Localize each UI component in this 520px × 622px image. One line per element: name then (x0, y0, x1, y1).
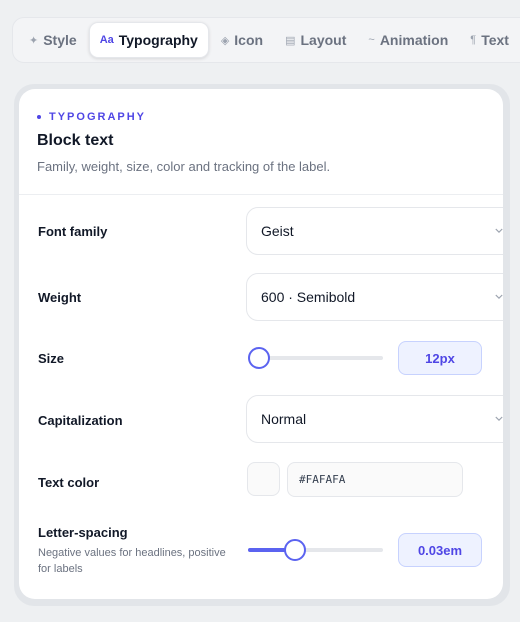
text-color-label: Text color (38, 475, 100, 490)
section-eyebrow: TYPOGRAPHY (37, 111, 485, 123)
tab-label: Style (43, 32, 77, 48)
panel-title: Block text (37, 132, 114, 149)
weight-label: Weight (38, 290, 82, 305)
weight-select[interactable]: 600 · Semibold (246, 273, 503, 321)
font-family-label: Font family (38, 224, 108, 239)
tab-label: Text (481, 32, 509, 48)
capitalization-value: Normal (261, 411, 307, 427)
eyebrow-text: TYPOGRAPHY (49, 111, 147, 123)
size-label: Size (38, 351, 65, 366)
panel-subtitle: Family, weight, size, color and tracking… (37, 159, 331, 174)
color-swatch[interactable] (247, 462, 280, 496)
slider-thumb[interactable] (284, 539, 307, 561)
bullet-dot-icon (37, 115, 41, 119)
size-slider[interactable] (248, 347, 383, 369)
letter-spacing-help: Negative values for headlines, positive … (38, 547, 226, 575)
font-family-select[interactable]: Geist (246, 207, 503, 255)
letter-spacing-slider[interactable] (248, 539, 383, 561)
chevron-down-icon (495, 416, 503, 422)
tab-typography[interactable]: Aa Typography (88, 22, 209, 58)
tab-label: Layout (300, 32, 347, 48)
weight-value: 600 · Semibold (261, 289, 356, 305)
typography-panel: TYPOGRAPHY Block text Family, weight, si… (19, 89, 503, 599)
layout-icon: ▤ (285, 34, 296, 47)
tab-label: Animation (379, 32, 449, 48)
chevron-down-icon (495, 294, 503, 300)
letter-spacing-value[interactable]: 0.03em (398, 533, 482, 567)
hex-color-input[interactable]: #FAFAFA (287, 462, 463, 497)
capitalization-select[interactable]: Normal (246, 395, 503, 443)
sparkle-icon: ✦ (29, 34, 39, 47)
shape-icon: ◈ (220, 34, 230, 47)
wave-icon: ~ (368, 34, 375, 46)
tab-style[interactable]: ✦ Style (19, 22, 87, 58)
letter-spacing-label: Letter-spacing (38, 525, 128, 540)
tab-layout[interactable]: ▤ Layout (275, 22, 356, 58)
font-family-value: Geist (261, 223, 294, 239)
tab-label: Icon (234, 32, 264, 48)
divider (19, 194, 503, 195)
pilcrow-icon: ¶ (470, 34, 477, 46)
tab-text[interactable]: ¶ Text (460, 22, 519, 58)
tab-icon[interactable]: ◈ Icon (211, 22, 273, 58)
size-value[interactable]: 12px (398, 341, 482, 375)
capitalization-label: Capitalization (38, 413, 123, 428)
tab-animation[interactable]: ~ Animation (358, 22, 458, 58)
tab-bar: ✦ Style Aa Typography ◈ Icon ▤ Layout ~ … (12, 17, 520, 63)
chevron-down-icon (495, 228, 503, 234)
tab-label: Typography (118, 32, 198, 48)
slider-thumb[interactable] (248, 347, 270, 369)
panel-header: TYPOGRAPHY Block text Family, weight, si… (37, 111, 485, 174)
typography-icon: Aa (99, 34, 114, 46)
